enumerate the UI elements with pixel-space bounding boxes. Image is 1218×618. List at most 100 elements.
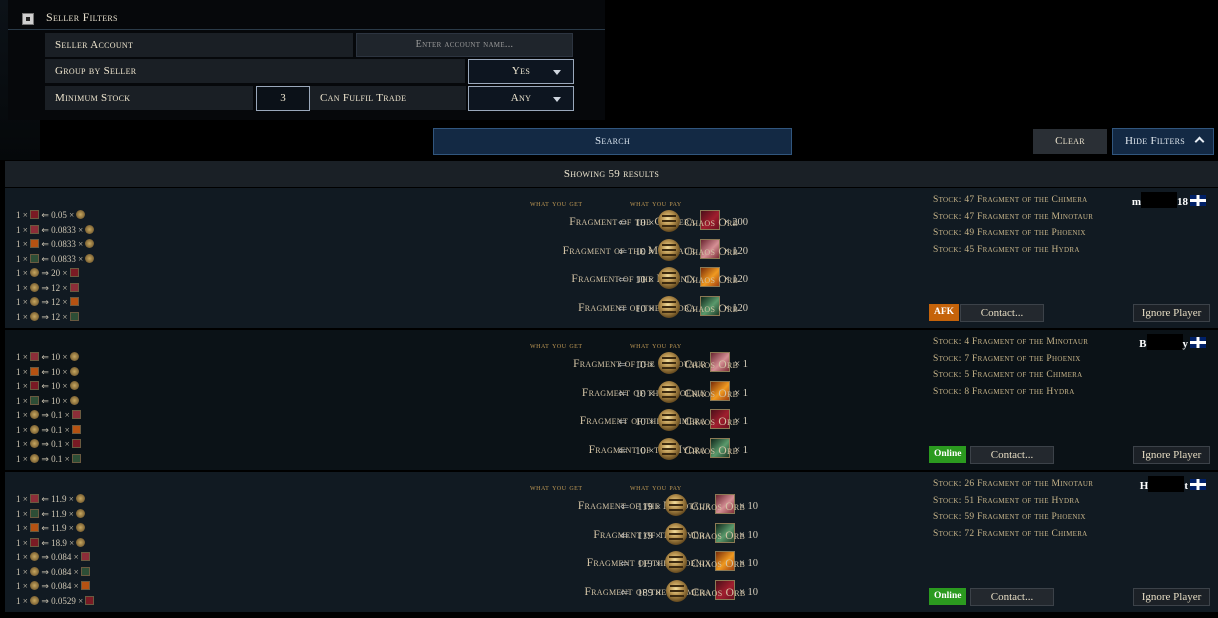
chimera-fragment-icon — [30, 210, 40, 219]
minotaur-fragment-icon — [30, 224, 40, 234]
exchange-rate: 1 × ⇒ 0.1 × — [16, 452, 126, 467]
rate-right-qty: 0.0833 × — [51, 239, 84, 249]
payment-currency[interactable]: Chaos Orb — [684, 274, 738, 286]
rate-right-qty: 11.9 × — [51, 494, 74, 504]
chaos-orb-icon[interactable] — [658, 267, 681, 289]
exchange-rate: 1 × ⇐ 0.0833 × — [16, 252, 126, 267]
chaos-orb-icon[interactable] — [658, 380, 681, 403]
chaos-orb-icon — [69, 395, 79, 405]
contact-button[interactable]: Contact... — [970, 446, 1054, 464]
rate-arrow: ⇐ — [41, 537, 49, 548]
rate-left-qty: 1 × — [16, 268, 28, 278]
ignore-player-button[interactable]: Ignore Player — [1133, 304, 1210, 322]
rate-arrow: ⇒ — [41, 581, 49, 591]
exchange-rates: 1 × ⇐ 10 × 1 × ⇐ 10 × 1 × ⇐ 10 × 1 × ⇐ 1… — [16, 350, 126, 466]
phoenix-fragment-icon — [80, 581, 90, 590]
payment-currency[interactable]: Chaos Orb — [684, 246, 738, 258]
what-you-pay-header: what you pay — [630, 198, 682, 208]
payment-currency[interactable]: Chaos Orb — [691, 501, 745, 513]
chaos-orb-icon[interactable] — [665, 579, 688, 602]
exchange-arrow-icon: ⇐ — [618, 359, 628, 371]
exchange-arrow-icon: ⇐ — [620, 501, 630, 513]
ignore-player-button[interactable]: Ignore Player — [1133, 588, 1210, 606]
chaos-orb-icon[interactable] — [665, 522, 688, 545]
minotaur-fragment-icon — [30, 494, 40, 503]
rate-right-qty: 11.9 × — [51, 508, 74, 519]
rate-arrow: ⇒ — [41, 268, 49, 278]
seller-name[interactable]: Ht — [1140, 476, 1206, 492]
payment-currency[interactable]: Chaos Orb — [691, 558, 745, 570]
stock-entry: Stock: 45 Fragment of the Hydra — [933, 244, 1080, 255]
seller-name-end: 18 — [1177, 196, 1188, 208]
stock-entry: Stock: 26 Fragment of the Minotaur — [933, 479, 1094, 489]
contact-button[interactable]: Contact... — [960, 304, 1044, 322]
hide-filters-button[interactable]: Hide Filters — [1112, 128, 1214, 155]
ignore-player-button[interactable]: Ignore Player — [1133, 446, 1210, 464]
payment-quantity: 119 × — [637, 502, 662, 513]
payment-currency[interactable]: Chaos Orb — [684, 416, 738, 428]
rate-left-qty: 1 × — [16, 297, 28, 307]
rate-left-qty: 1 × — [16, 311, 28, 322]
stock-list: Stock: 47 Fragment of the Chimera Stock: … — [933, 192, 1118, 258]
exchange-rate: 1 × ⇐ 11.9 × — [16, 521, 126, 536]
collapse-toggle-icon[interactable] — [22, 13, 34, 25]
exchange-rate: 1 × ⇒ 20 × — [16, 266, 126, 281]
seller-name[interactable]: By — [1139, 334, 1206, 350]
rate-arrow: ⇒ — [41, 453, 49, 464]
seller-name-start: H — [1139, 480, 1149, 492]
group-by-seller-select[interactable]: Yes — [468, 59, 574, 84]
payment-currency[interactable]: Chaos Orb — [684, 303, 738, 315]
search-button[interactable]: Search — [433, 128, 792, 155]
minimum-stock-input[interactable]: 3 — [256, 86, 310, 111]
chaos-orb-icon[interactable] — [658, 437, 681, 460]
seller-filters-header[interactable]: Seller Filters — [8, 6, 605, 30]
seller-name[interactable]: m 18 — [1132, 192, 1206, 208]
chaos-orb-icon[interactable] — [658, 238, 681, 261]
payment: ⇐ 119 × Chaos Orb — [612, 522, 745, 547]
hide-filters-label: Hide Filters — [1124, 135, 1186, 147]
chaos-orb-icon[interactable] — [658, 409, 681, 431]
chimera-fragment-icon — [30, 537, 40, 547]
chaos-orb-icon[interactable] — [665, 494, 688, 516]
payment-currency[interactable]: Chaos Orb — [684, 388, 738, 400]
stock-entry: Stock: 47 Fragment of the Chimera — [933, 195, 1088, 205]
payment-currency[interactable]: Chaos Orb — [691, 530, 745, 542]
rate-right-qty: 10 × — [51, 395, 68, 406]
rate-right-qty: 0.0833 × — [51, 224, 84, 235]
chaos-orb-icon[interactable] — [658, 295, 681, 318]
seller-name-end: t — [1184, 480, 1188, 492]
chaos-orb-icon — [85, 253, 95, 263]
rate-left-qty: 1 × — [16, 595, 28, 606]
can-fulfil-trade-select[interactable]: Any — [468, 86, 574, 111]
payment-quantity: 10 × — [635, 275, 655, 286]
chaos-orb-icon[interactable] — [665, 551, 688, 573]
rate-right-qty: 20 × — [51, 268, 68, 278]
exchange-rate: 1 × ⇐ 10 × — [16, 350, 126, 365]
exchange-rate: 1 × ⇒ 0.1 × — [16, 408, 126, 423]
seller-account-input[interactable]: Enter account name... — [356, 33, 573, 57]
exchange-rate: 1 × ⇐ 10 × — [16, 365, 126, 380]
payment: ⇐ 10 × Chaos Orb — [610, 409, 738, 433]
payment: ⇐ 10 × Chaos Orb — [610, 267, 738, 291]
payment-currency[interactable]: Chaos Orb — [684, 359, 738, 371]
phoenix-fragment-icon — [69, 297, 79, 306]
chaos-orb-icon[interactable] — [658, 352, 681, 374]
payment-currency[interactable]: Chaos Orb — [684, 217, 738, 229]
rate-arrow: ⇐ — [41, 352, 49, 362]
payment-quantity: 10 × — [635, 218, 655, 229]
exchange-rate: 1 × ⇐ 0.0833 × — [16, 223, 126, 238]
payment: ⇐ 10 × Chaos Orb — [610, 295, 738, 320]
stock-entry: Stock: 7 Fragment of the Phoenix — [933, 353, 1081, 364]
phoenix-fragment-icon — [71, 424, 81, 434]
stock-entry: Stock: 49 Fragment of the Phoenix — [933, 228, 1086, 238]
payment-currency[interactable]: Chaos Orb — [684, 445, 738, 457]
chaos-orb-icon — [76, 537, 86, 547]
payment-currency[interactable]: Chaos Orb — [692, 587, 746, 599]
contact-button[interactable]: Contact... — [970, 588, 1054, 606]
chaos-orb-icon — [69, 381, 79, 390]
clear-button[interactable]: Clear — [1033, 129, 1107, 154]
phoenix-fragment-icon — [30, 523, 40, 532]
rate-right-qty: 0.1 × — [51, 410, 70, 420]
exchange-rate: 1 × ⇐ 10 × — [16, 379, 126, 394]
chaos-orb-icon[interactable] — [658, 210, 681, 232]
